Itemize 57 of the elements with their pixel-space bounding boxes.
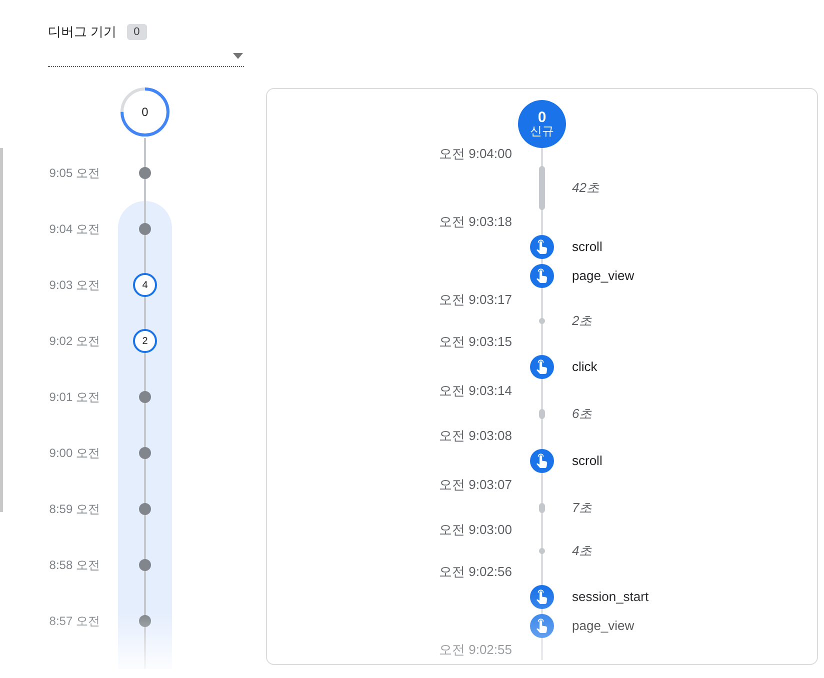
minute-dot xyxy=(139,167,151,179)
event-timestamp: 오전 9:03:18 xyxy=(438,213,512,231)
gap-marker xyxy=(539,408,545,418)
event-count[interactable]: 2 xyxy=(133,329,157,353)
event-timestamp: 오전 9:03:08 xyxy=(438,427,512,445)
minute-dot xyxy=(139,559,151,571)
minute-dot xyxy=(139,503,151,515)
device-label: 디버그 기기 xyxy=(48,23,117,41)
touch-icon[interactable] xyxy=(530,354,554,378)
touch-icon[interactable] xyxy=(530,614,554,638)
minute-time: 9:01 오전 xyxy=(48,389,101,405)
event-name[interactable]: scroll xyxy=(572,453,817,468)
scrollbar[interactable] xyxy=(0,148,3,512)
gap-duration: 4초 xyxy=(572,542,594,560)
minute-time: 9:05 오전 xyxy=(48,165,101,181)
minute-time: 9:03 오전 xyxy=(48,277,101,293)
countdown-ring xyxy=(119,86,171,138)
gap-duration: 7초 xyxy=(572,498,594,516)
new-events-badge[interactable]: 0 신규 xyxy=(518,100,566,148)
touch-icon[interactable] xyxy=(530,264,554,288)
device-count: 0 xyxy=(126,24,147,40)
event-timestamp: 오전 9:03:00 xyxy=(438,521,512,539)
minute-dot xyxy=(139,391,151,403)
event-timestamp: 오전 9:04:00 xyxy=(438,145,512,163)
event-name[interactable]: session_start xyxy=(572,589,817,604)
event-timestamp: 오전 9:03:07 xyxy=(438,476,512,494)
event-name[interactable]: click xyxy=(572,359,817,374)
touch-icon[interactable] xyxy=(530,448,554,472)
gap-marker xyxy=(539,318,545,324)
minute-dot xyxy=(139,223,151,235)
countdown-value: 0 xyxy=(142,105,148,119)
gap-duration: 2초 xyxy=(572,312,594,330)
minute-time: 8:57 오전 xyxy=(48,613,101,629)
touch-icon[interactable] xyxy=(530,584,554,608)
event-name[interactable]: scroll xyxy=(572,239,817,254)
event-timestamp: 오전 9:03:14 xyxy=(438,382,512,400)
event-timestamp: 오전 9:03:15 xyxy=(438,333,512,351)
event-name[interactable]: page_view xyxy=(572,268,817,283)
event-timestamp: 오전 9:02:55 xyxy=(438,641,512,659)
event-timestamp: 오전 9:02:56 xyxy=(438,563,512,581)
gap-marker xyxy=(539,166,545,210)
minute-time: 9:00 오전 xyxy=(48,445,101,461)
gap-duration: 42초 xyxy=(572,179,600,197)
event-count[interactable]: 4 xyxy=(133,273,157,297)
minute-dot xyxy=(139,615,151,627)
caret-icon xyxy=(233,52,243,58)
event-name[interactable]: page_view xyxy=(572,618,817,633)
event-timestamp: 오전 9:03:17 xyxy=(438,291,512,309)
touch-icon[interactable] xyxy=(530,234,554,258)
minute-time: 9:04 오전 xyxy=(48,221,101,237)
minute-time: 9:02 오전 xyxy=(48,333,101,349)
gap-duration: 6초 xyxy=(572,404,594,422)
minute-time: 8:58 오전 xyxy=(48,557,101,573)
minute-dot xyxy=(139,447,151,459)
gap-marker xyxy=(539,502,545,512)
gap-marker xyxy=(539,548,545,554)
minute-time: 8:59 오전 xyxy=(48,501,101,517)
